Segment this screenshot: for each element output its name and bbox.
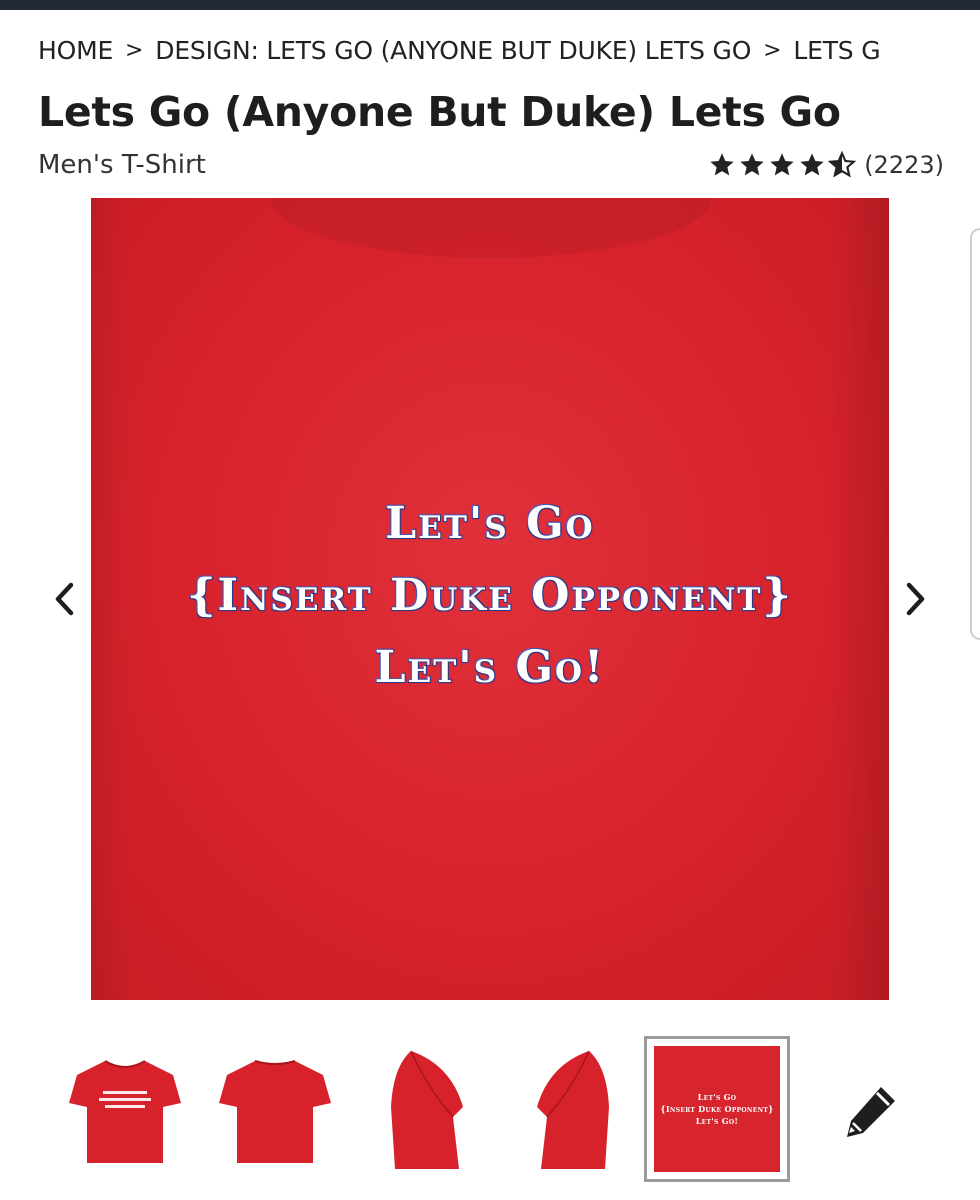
thumbnail-back[interactable] [202, 1036, 348, 1182]
product-type: Men's T-Shirt [38, 150, 206, 180]
breadcrumb-separator: > [125, 37, 144, 63]
breadcrumb-home[interactable]: HOME [38, 36, 113, 65]
tshirt-back-image [219, 1060, 331, 1163]
breadcrumb-design[interactable]: DESIGN: LETS GO (ANYONE BUT DUKE) LETS G… [155, 36, 751, 65]
previous-image-button[interactable] [44, 574, 84, 624]
next-image-button[interactable] [896, 574, 936, 624]
rating-stars [708, 151, 857, 179]
tshirt-left-side-image [391, 1050, 463, 1169]
shirt-print: Let's Go {Insert Duke Opponent} Let's Go… [91, 488, 889, 704]
side-drawer-handle[interactable] [970, 228, 980, 640]
closeup-line: Let's Go [697, 1092, 737, 1102]
pencil-icon [847, 1087, 895, 1137]
star-half-icon [828, 151, 857, 178]
tshirt-right-side-image [537, 1050, 609, 1169]
tshirt-front-image [69, 1060, 181, 1163]
star-full-icon [800, 153, 824, 176]
design-closeup-image: Let's Go {Insert Duke Opponent} Let's Go… [654, 1046, 780, 1172]
star-full-icon [770, 153, 794, 176]
thumbnail-gallery: Let's Go {Insert Duke Opponent} Let's Go… [52, 1036, 932, 1182]
star-full-icon [710, 153, 734, 176]
top-bar [0, 0, 980, 10]
star-full-icon [740, 153, 764, 176]
thumbnail-left-sleeve[interactable] [352, 1036, 498, 1182]
shirt-collar [271, 198, 711, 258]
product-title: Lets Go (Anyone But Duke) Lets Go [38, 88, 841, 136]
closeup-line: Let's Go! [695, 1116, 739, 1126]
breadcrumb: HOME > DESIGN: LETS GO (ANYONE BUT DUKE) L… [38, 34, 943, 70]
breadcrumb-product[interactable]: LETS G [793, 36, 880, 65]
chevron-left-icon [55, 582, 74, 616]
product-main-image[interactable]: Let's Go {Insert Duke Opponent} Let's Go… [91, 198, 889, 1000]
print-line: Let's Go [385, 498, 595, 549]
closeup-line: {Insert Duke Opponent} [660, 1104, 774, 1114]
edit-design-button[interactable] [836, 1076, 906, 1146]
breadcrumb-separator: > [763, 37, 782, 63]
chevron-right-icon [906, 582, 925, 616]
print-line: Let's Go! [374, 642, 606, 693]
print-line: {Insert Duke Opponent} [187, 570, 793, 621]
thumbnail-design-closeup[interactable]: Let's Go {Insert Duke Opponent} Let's Go… [644, 1036, 790, 1182]
thumbnail-right-sleeve[interactable] [502, 1036, 648, 1182]
product-rating[interactable]: (2223) [708, 148, 944, 182]
thumbnail-front[interactable] [52, 1036, 198, 1182]
review-count: (2223) [864, 151, 944, 179]
